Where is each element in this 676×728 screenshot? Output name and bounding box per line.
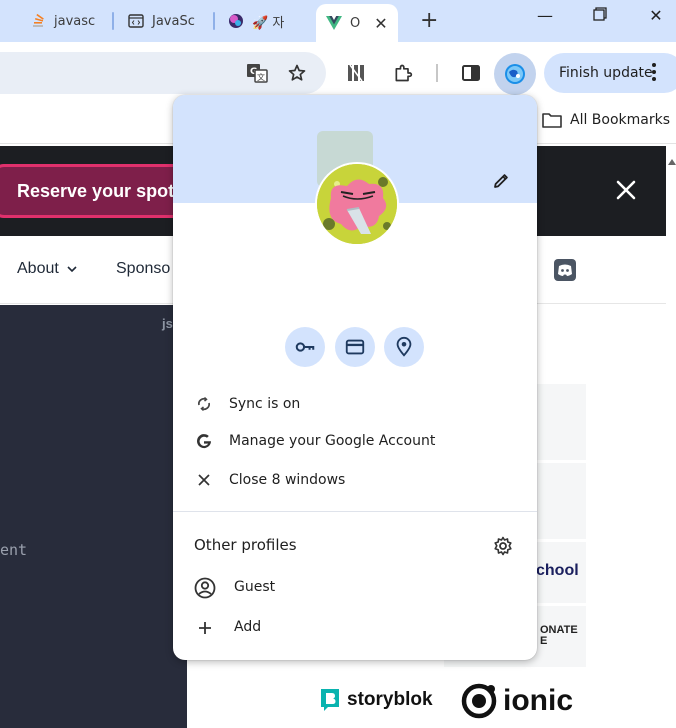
guest-profile-row[interactable]: Guest <box>173 569 537 605</box>
manage-account-row[interactable]: Manage your Google Account <box>173 423 537 459</box>
tab-title: javasc <box>54 13 96 29</box>
colorful-orb-icon <box>228 13 244 29</box>
reserve-label: Reserve your spot <box>17 180 175 201</box>
toolbar-separator <box>436 64 438 82</box>
restore-button[interactable] <box>588 6 612 25</box>
manage-account-label: Manage your Google Account <box>229 433 436 449</box>
all-bookmarks-label: All Bookmarks <box>570 112 671 128</box>
menu-divider <box>173 511 537 512</box>
tab-korean[interactable]: 🚀 자 <box>228 8 284 34</box>
close-windows-row[interactable]: Close 8 windows <box>173 462 537 498</box>
stackoverflow-icon <box>30 13 46 29</box>
profile-avatar-icon <box>505 64 525 84</box>
folder-icon <box>542 113 562 128</box>
vue-logo-icon <box>326 15 342 31</box>
close-windows-label: Close 8 windows <box>229 472 346 488</box>
nav-sponsor-label: Sponso <box>116 260 171 277</box>
tab-title: JavaSc <box>152 13 195 29</box>
close-x-icon <box>193 469 215 491</box>
sync-status-row[interactable]: Sync is on <box>173 386 537 422</box>
chevron-down-icon <box>67 266 77 273</box>
storyblok-icon <box>321 689 339 711</box>
storyblok-text: storyblok <box>347 689 433 710</box>
guest-account-icon <box>193 576 217 600</box>
nav-about[interactable]: About <box>17 260 78 278</box>
other-profiles-heading: Other profiles <box>194 536 297 554</box>
code-panel: ent <box>0 305 187 728</box>
donate-line: E <box>540 635 548 647</box>
google-g-icon <box>193 430 215 452</box>
tab-title: 🚀 자 <box>252 15 285 31</box>
ionic-text: ionic <box>503 684 574 717</box>
extensions-puzzle-icon[interactable] <box>392 62 414 84</box>
all-bookmarks-button[interactable]: All Bookmarks <box>542 112 670 128</box>
discord-icon[interactable] <box>553 258 577 286</box>
payment-card-icon <box>345 339 365 355</box>
profile-menu: Sync is on Manage your Google Account Cl… <box>173 95 537 660</box>
ionic-icon <box>461 683 497 719</box>
sponsor-donate-text: ONATE E <box>540 625 578 647</box>
passwords-key-icon <box>295 342 315 352</box>
tab-close-icon[interactable]: ✕ <box>374 14 387 33</box>
payment-methods-button[interactable] <box>335 327 375 367</box>
address-bar[interactable] <box>0 52 326 94</box>
bookmark-star-icon[interactable] <box>286 62 308 84</box>
profile-button[interactable] <box>494 53 536 95</box>
tab-javascript[interactable]: JavaSc <box>128 8 195 34</box>
pencil-icon <box>494 174 508 188</box>
js-label: js <box>162 316 173 331</box>
svg-text:文: 文 <box>257 72 265 82</box>
add-label: Add <box>234 619 262 635</box>
edit-profile-button[interactable] <box>489 169 513 193</box>
manage-profiles-gear-icon[interactable] <box>493 536 513 560</box>
new-tab-button[interactable]: + <box>420 8 438 33</box>
tab-separator <box>213 12 215 30</box>
tab-separator <box>112 12 114 30</box>
extension-n-icon[interactable] <box>347 62 369 84</box>
addresses-button[interactable] <box>384 327 424 367</box>
add-plus-icon <box>193 616 217 640</box>
guest-label: Guest <box>234 579 276 595</box>
nav-about-label: About <box>17 260 59 277</box>
banner-close-icon[interactable] <box>614 178 638 206</box>
profile-avatar <box>315 162 399 246</box>
minimize-button[interactable]: — <box>533 6 557 25</box>
ionic-logo[interactable]: ionic <box>460 682 573 720</box>
more-menu-icon[interactable] <box>652 63 656 81</box>
nav-sponsor[interactable]: Sponso <box>116 260 170 278</box>
finish-update-label: Finish update <box>559 65 653 81</box>
side-panel-icon[interactable] <box>460 62 482 84</box>
addresses-location-icon <box>396 336 412 357</box>
add-profile-row[interactable]: Add <box>173 609 537 645</box>
sync-icon <box>193 393 215 415</box>
translate-icon[interactable]: G文 <box>246 62 268 84</box>
tab-title: O <box>350 15 361 31</box>
code-text: ent <box>0 541 28 559</box>
finish-update-button[interactable]: Finish update <box>544 53 676 93</box>
sponsor-school-text: chool <box>536 562 579 579</box>
scroll-up-arrow-icon[interactable] <box>668 150 676 169</box>
code-page-icon <box>128 13 144 29</box>
avatar-image <box>317 164 397 244</box>
tab-active-vue[interactable]: O ✕ <box>316 4 398 42</box>
tab-strip: javasc JavaSc 🚀 자 O ✕ + — ✕ <box>0 0 676 42</box>
close-window-button[interactable]: ✕ <box>644 6 668 25</box>
storyblok-logo[interactable]: storyblok <box>320 688 433 712</box>
reserve-spot-button[interactable]: Reserve your spot <box>0 164 192 218</box>
tab-stackoverflow[interactable]: javasc <box>30 8 95 34</box>
passwords-button[interactable] <box>285 327 325 367</box>
sync-label: Sync is on <box>229 396 301 412</box>
